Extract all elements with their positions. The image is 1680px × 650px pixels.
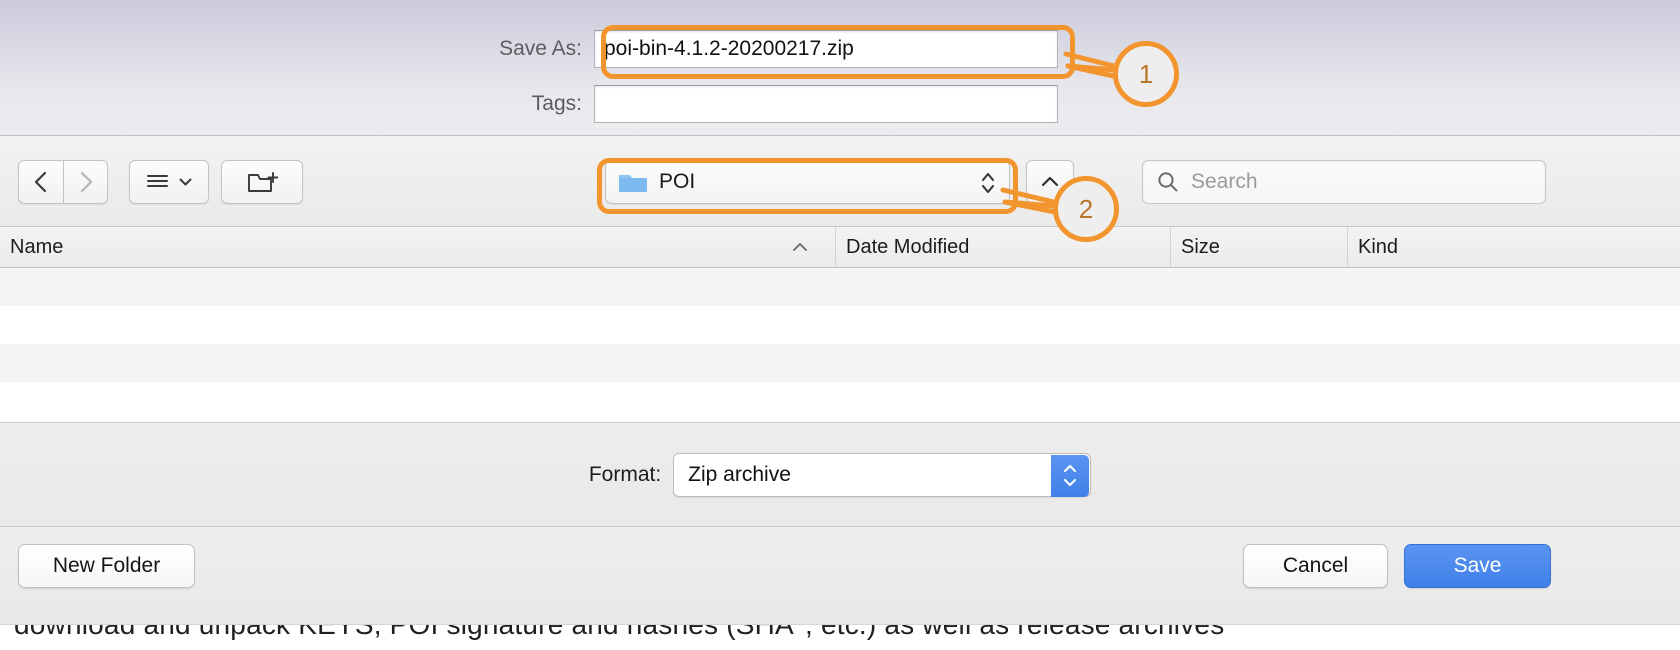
save-as-input[interactable]: poi-bin-4.1.2-20200217.zip bbox=[594, 30, 1058, 68]
column-label-date-modified: Date Modified bbox=[846, 236, 969, 259]
format-row: Format: Zip archive bbox=[0, 423, 1680, 527]
back-button[interactable] bbox=[18, 160, 63, 204]
tags-label: Tags: bbox=[470, 92, 594, 116]
chevron-up-icon bbox=[1040, 175, 1060, 189]
format-label: Format: bbox=[589, 463, 661, 487]
view-mode-button[interactable] bbox=[129, 160, 209, 204]
chevron-left-icon bbox=[33, 171, 49, 193]
list-row[interactable] bbox=[0, 344, 1680, 382]
column-header-date-modified[interactable]: Date Modified bbox=[836, 227, 1171, 268]
list-view-icon bbox=[147, 172, 174, 192]
folder-icon bbox=[618, 171, 648, 194]
file-list[interactable] bbox=[0, 268, 1680, 423]
format-popup-button[interactable]: Zip archive bbox=[673, 453, 1091, 497]
tags-row: Tags: bbox=[470, 85, 1058, 123]
path-popup-button[interactable]: POI bbox=[605, 160, 1010, 204]
save-dialog: Save As: poi-bin-4.1.2-20200217.zip Tags… bbox=[0, 0, 1680, 650]
path-popup-label: POI bbox=[659, 170, 695, 194]
dialog-header: Save As: poi-bin-4.1.2-20200217.zip Tags… bbox=[0, 0, 1680, 136]
dialog-toolbar: POI Search bbox=[0, 136, 1680, 227]
chevron-down-icon bbox=[1062, 478, 1078, 487]
new-folder-icon bbox=[247, 169, 278, 195]
cancel-button[interactable]: Cancel bbox=[1243, 544, 1388, 588]
file-list-header: Name Date Modified Size Kind bbox=[0, 227, 1680, 268]
background-page-line: download and unpack KEYS, POI signature … bbox=[14, 624, 1224, 641]
chevron-up-icon bbox=[1062, 464, 1078, 473]
go-up-button[interactable] bbox=[1026, 160, 1074, 204]
background-page-text: download and unpack KEYS, POI signature … bbox=[0, 624, 1680, 650]
format-value: Zip archive bbox=[688, 463, 791, 487]
save-as-row: Save As: poi-bin-4.1.2-20200217.zip bbox=[470, 30, 1058, 68]
new-folder-button[interactable]: New Folder bbox=[18, 544, 195, 588]
list-row[interactable] bbox=[0, 306, 1680, 344]
forward-button[interactable] bbox=[63, 160, 108, 204]
search-icon bbox=[1157, 171, 1179, 193]
dialog-footer: New Folder Cancel Save bbox=[0, 527, 1680, 624]
column-header-size[interactable]: Size bbox=[1171, 227, 1348, 268]
tags-input[interactable] bbox=[594, 85, 1058, 123]
search-field[interactable]: Search bbox=[1142, 160, 1546, 204]
chevron-down-icon bbox=[179, 177, 192, 187]
list-row[interactable] bbox=[0, 268, 1680, 306]
column-label-size: Size bbox=[1181, 236, 1220, 259]
new-folder-icon-button[interactable] bbox=[221, 160, 303, 204]
search-input[interactable]: Search bbox=[1191, 170, 1258, 194]
chevron-right-icon bbox=[78, 171, 94, 193]
format-stepper[interactable] bbox=[1051, 455, 1089, 497]
column-label-name: Name bbox=[10, 236, 63, 259]
up-down-chevron-icon bbox=[979, 168, 997, 198]
save-button[interactable]: Save bbox=[1404, 544, 1551, 588]
list-row[interactable] bbox=[0, 382, 1680, 420]
column-header-name[interactable]: Name bbox=[0, 227, 836, 268]
column-header-kind[interactable]: Kind bbox=[1348, 227, 1680, 268]
sort-ascending-icon bbox=[791, 241, 809, 253]
save-as-label: Save As: bbox=[470, 37, 594, 61]
column-label-kind: Kind bbox=[1358, 236, 1398, 259]
